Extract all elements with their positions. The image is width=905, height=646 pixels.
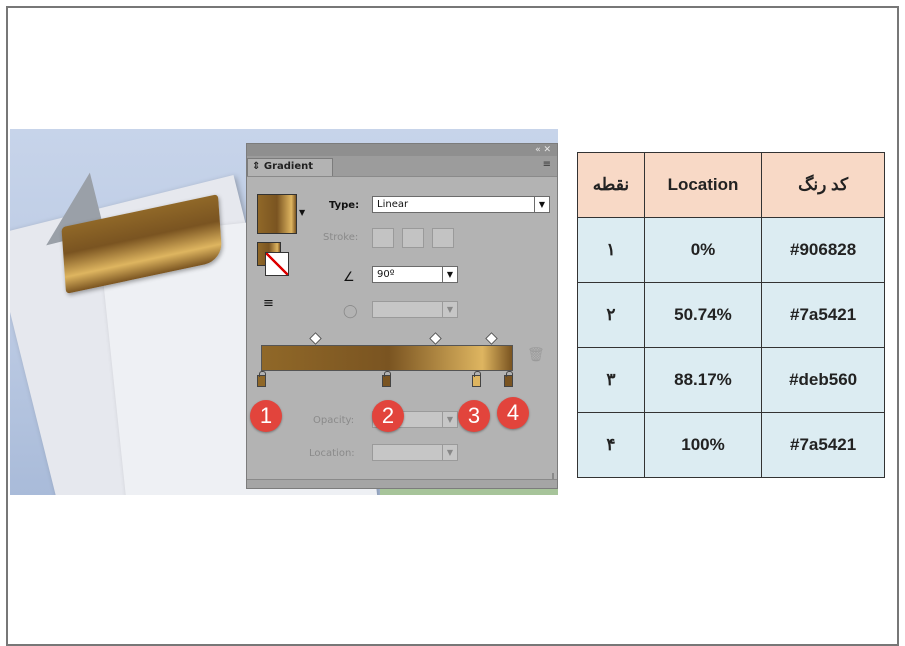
stop-badge-2: 2 [372,400,404,432]
stop-badge-1: 1 [250,400,282,432]
table-row: ۱ 0% #906828 [577,217,885,283]
stroke-within-button[interactable] [372,228,394,248]
header-point: نقطه [577,152,645,218]
gradient-stop-3[interactable] [472,371,481,387]
chevron-down-icon[interactable]: ▼ [534,197,549,212]
type-label: Type: [329,200,360,211]
gradient-stop-1[interactable] [257,371,266,387]
reverse-gradient-icon[interactable]: ≡ [263,296,274,311]
chevron-down-icon[interactable]: ▼ [442,445,457,460]
cell-point: ۲ [577,282,645,348]
stroke-label: Stroke: [323,232,359,243]
chevron-down-icon[interactable]: ▼ [442,267,457,282]
opacity-label: Opacity: [313,415,355,426]
collapse-close-icons[interactable]: « ✕ [535,145,551,155]
stroke-along-button[interactable] [402,228,424,248]
aspect-ratio-icon: ◯ [343,304,358,319]
cell-color: #7a5421 [761,412,885,478]
cell-point: ۴ [577,412,645,478]
delete-stop-icon[interactable]: 🗑 [527,347,545,363]
gradient-stop-4[interactable] [504,371,513,387]
cell-color: #deb560 [761,347,885,413]
tab-gradient-label: Gradient [263,161,314,172]
angle-value: 90º [377,269,395,280]
gradient-panel: « ✕ ⇕ Gradient ≡ ▼ ≡ Type: Linear ▼ Stro… [246,143,558,489]
midpoint-diamond[interactable] [309,332,322,345]
cell-color: #7a5421 [761,282,885,348]
panel-scrollbar[interactable] [247,479,557,488]
chevron-down-icon[interactable]: ▼ [442,412,457,427]
table-row: ۴ 100% #7a5421 [577,412,885,478]
table-row: ۲ 50.74% #7a5421 [577,282,885,348]
cell-location: 0% [643,217,763,283]
cell-location: 88.17% [643,347,763,413]
panel-title-bar[interactable]: « ✕ [247,144,557,156]
stop-badge-4: 4 [497,397,529,429]
tab-gradient[interactable]: ⇕ Gradient [247,158,333,176]
cell-point: ۱ [577,217,645,283]
chevron-down-icon[interactable]: ▼ [442,302,457,317]
table-row: ۳ 88.17% #deb560 [577,347,885,413]
cell-location: 100% [643,412,763,478]
type-select[interactable]: Linear ▼ [372,196,550,213]
gradient-slider-bar[interactable] [261,345,513,371]
type-select-value: Linear [377,199,409,210]
cell-point: ۳ [577,347,645,413]
location-label: Location: [309,448,355,459]
gradient-stop-2[interactable] [382,371,391,387]
header-location: Location [643,152,763,218]
panel-menu-icon[interactable]: ≡ [543,159,551,170]
stroke-none-swatch[interactable] [265,252,289,276]
header-color: کد رنگ [761,152,885,218]
cell-location: 50.74% [643,282,763,348]
midpoint-diamond[interactable] [429,332,442,345]
panel-tab-bar: ⇕ Gradient ≡ [247,156,557,177]
aspect-ratio-input[interactable]: ▼ [372,301,458,318]
stop-badge-3: 3 [458,400,490,432]
location-input[interactable]: ▼ [372,444,458,461]
table-header-row: نقطه Location کد رنگ [577,152,885,218]
cell-color: #906828 [761,217,885,283]
swatch-dropdown-icon[interactable]: ▼ [299,208,305,217]
stroke-across-button[interactable] [432,228,454,248]
midpoint-diamond[interactable] [485,332,498,345]
tab-toggle-icon[interactable]: ⇕ [252,161,264,172]
angle-icon: ∠ [343,270,355,285]
gradient-preview-swatch[interactable] [257,194,297,234]
angle-input[interactable]: 90º ▼ [372,266,458,283]
gradient-stops-table: نقطه Location کد رنگ ۱ 0% #906828 ۲ 50.7… [577,152,885,478]
